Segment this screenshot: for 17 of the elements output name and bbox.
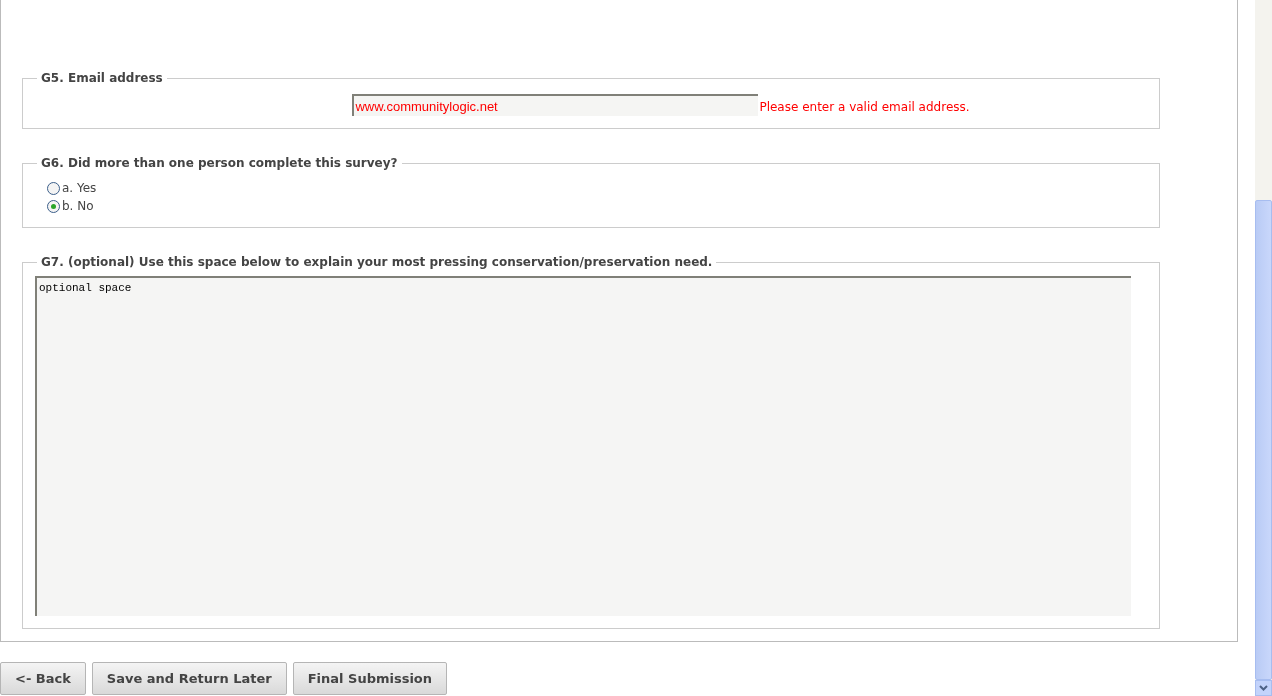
question-label: G6. Did more than one person complete this survey?: [40, 157, 399, 169]
chevron-down-icon: [1259, 685, 1268, 691]
error-message: Please enter a valid email address.: [759, 99, 970, 116]
option-label[interactable]: a. Yes: [62, 179, 97, 197]
email-field[interactable]: www.communitylogic.net: [352, 94, 759, 116]
nav-button[interactable]: Save and Return Later: [91, 662, 287, 695]
radio-button[interactable]: [47, 181, 60, 195]
radio-button[interactable]: [47, 199, 60, 213]
question-label: G7. (optional) Use this space below to explain your most pressing conservation/preservation need.: [40, 256, 714, 268]
scroll-down-button[interactable]: [1255, 680, 1272, 696]
answer-box[interactable]: optional space: [35, 276, 1131, 616]
nav-button[interactable]: Final Submission: [292, 662, 448, 695]
nav-button[interactable]: <- Back: [0, 662, 86, 695]
question-label: G5. Email address: [40, 72, 164, 84]
option-label[interactable]: b. No: [62, 197, 94, 215]
scrollbar-thumb[interactable]: [1255, 200, 1272, 680]
scrollbar[interactable]: [1255, 0, 1272, 696]
